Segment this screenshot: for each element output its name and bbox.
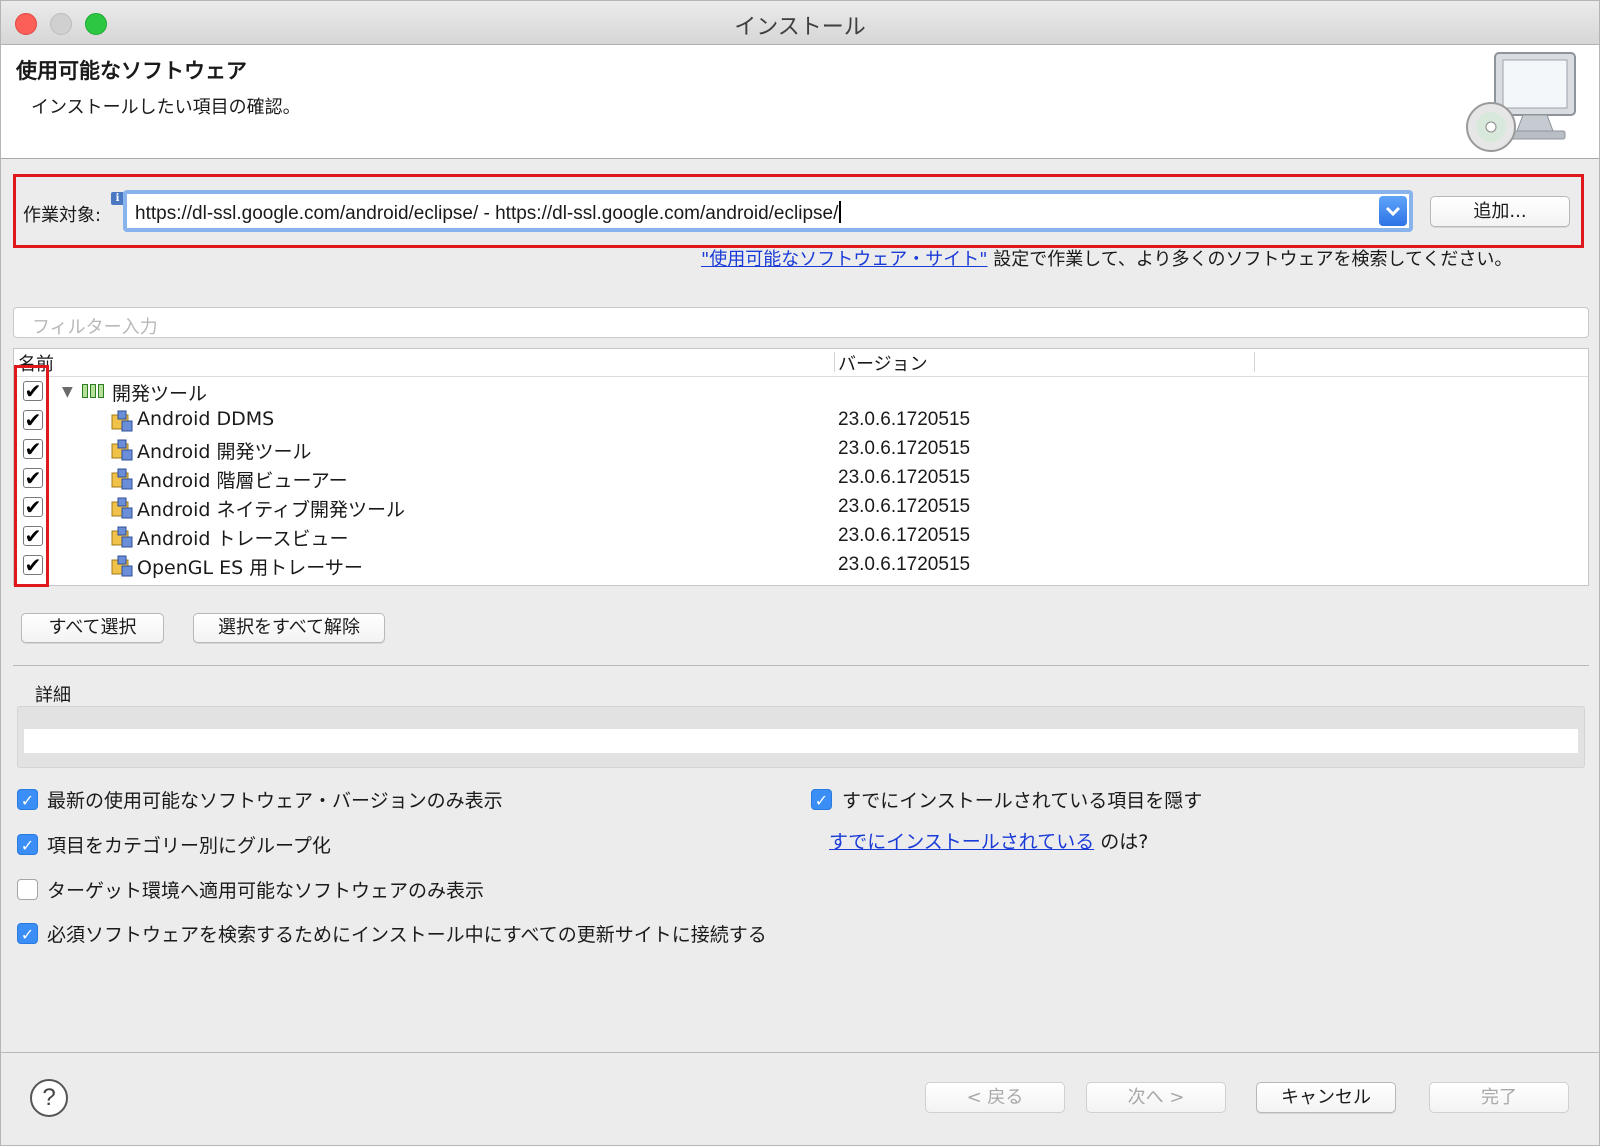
category-label: 開発ツール — [112, 383, 208, 405]
page-title: 使用可能なソフトウェア — [16, 59, 247, 83]
divider — [13, 665, 1589, 666]
finish-button[interactable]: 完了 — [1429, 1082, 1569, 1113]
footer-divider — [1, 1052, 1599, 1053]
feature-plugin-icon — [111, 439, 133, 461]
column-header-version[interactable]: バージョン — [838, 350, 928, 376]
title-bar: インストール — [1, 1, 1599, 45]
next-button[interactable]: 次へ > — [1086, 1082, 1226, 1113]
category-icon — [82, 383, 106, 399]
window-title: インストール — [734, 15, 866, 40]
filter-placeholder: フィルター入力 — [32, 317, 158, 338]
chevron-down-icon — [1385, 206, 1401, 217]
cancel-button[interactable]: キャンセル — [1256, 1082, 1396, 1113]
details-label: 詳細 — [35, 685, 71, 706]
already-installed-suffix: のは? — [1094, 831, 1149, 853]
already-installed-hint: すでにインストールされている のは? — [829, 827, 1148, 854]
group-by-category-label: 項目をカテゴリー別にグループ化 — [47, 835, 331, 857]
table-row[interactable]: ✔ Android DDMS 23.0.6.1720515 — [14, 406, 1588, 435]
row-name: Android トレースビュー — [137, 528, 349, 550]
table-row[interactable]: ✔ OpenGL ES 用トレーサー 23.0.6.1720515 — [14, 551, 1588, 580]
back-button[interactable]: < 戻る — [925, 1082, 1065, 1113]
column-separator — [834, 352, 835, 372]
table-row[interactable]: ✔ Android 階層ビューアー 23.0.6.1720515 — [14, 464, 1588, 493]
deselect-all-button[interactable]: 選択をすべて解除 — [193, 613, 385, 643]
target-only-checkbox[interactable] — [17, 879, 38, 900]
contact-all-sites-label: 必須ソフトウェアを検索するためにインストール中にすべての更新サイトに接続する — [47, 924, 767, 946]
row-name: Android 開発ツール — [137, 441, 312, 463]
feature-plugin-icon — [111, 526, 133, 548]
row-version: 23.0.6.1720515 — [838, 525, 971, 546]
column-separator — [1254, 352, 1255, 372]
contact-all-sites-checkbox[interactable]: ✓ — [17, 923, 38, 944]
row-version: 23.0.6.1720515 — [838, 467, 971, 488]
install-dialog: インストール 使用可能なソフトウェア インストールしたい項目の確認。 作業対象:… — [0, 0, 1600, 1146]
dropdown-arrow-button[interactable] — [1379, 196, 1407, 226]
latest-only-checkbox[interactable]: ✓ — [17, 789, 38, 810]
help-icon[interactable]: ? — [30, 1079, 68, 1117]
feature-plugin-icon — [111, 468, 133, 490]
latest-only-label: 最新の使用可能なソフトウェア・バージョンのみ表示 — [47, 790, 503, 812]
details-text-area — [24, 729, 1578, 753]
table-row[interactable]: ✔ Android ネイティブ開発ツール 23.0.6.1720515 — [14, 493, 1588, 522]
feature-plugin-icon — [111, 410, 133, 432]
checkbox-column-highlight — [14, 365, 49, 587]
add-site-button[interactable]: 追加... — [1430, 196, 1570, 227]
feature-plugin-icon — [111, 497, 133, 519]
row-version: 23.0.6.1720515 — [838, 496, 971, 517]
available-sites-hint: "使用可能なソフトウェア・サイト" 設定で作業して、より多くのソフトウェアを検索… — [701, 245, 1512, 271]
page-subtitle: インストールしたい項目の確認。 — [31, 97, 301, 118]
work-target-combobox[interactable]: https://dl-ssl.google.com/android/eclips… — [123, 190, 1413, 232]
row-name: OpenGL ES 用トレーサー — [137, 557, 363, 579]
row-name: Android ネイティブ開発ツール — [137, 499, 405, 521]
hide-installed-label: すでにインストールされている項目を隠す — [842, 790, 1203, 812]
details-panel — [17, 706, 1585, 768]
row-version: 23.0.6.1720515 — [838, 409, 971, 430]
expand-triangle-icon[interactable]: ▼ — [62, 384, 73, 400]
cd-computer-icon — [1466, 52, 1576, 152]
select-all-button[interactable]: すべて選択 — [21, 613, 164, 643]
hide-installed-checkbox[interactable]: ✓ — [811, 789, 832, 810]
row-version: 23.0.6.1720515 — [838, 438, 971, 459]
table-row[interactable]: ✔ Android トレースビュー 23.0.6.1720515 — [14, 522, 1588, 551]
group-by-category-checkbox[interactable]: ✓ — [17, 834, 38, 855]
wizard-header: 使用可能なソフトウェア インストールしたい項目の確認。 — [1, 45, 1599, 159]
already-installed-link[interactable]: すでにインストールされている — [829, 831, 1094, 853]
row-version: 23.0.6.1720515 — [838, 554, 971, 575]
target-only-label: ターゲット環境へ適用可能なソフトウェアのみ表示 — [47, 880, 485, 902]
available-sites-text: 設定で作業して、より多くのソフトウェアを検索してください。 — [987, 249, 1513, 270]
work-target-label: 作業対象: — [23, 205, 102, 226]
table-row[interactable]: ✔ Android 開発ツール 23.0.6.1720515 — [14, 435, 1588, 464]
filter-input[interactable]: フィルター入力 — [13, 307, 1589, 338]
row-name: Android 階層ビューアー — [137, 470, 348, 492]
work-target-value: https://dl-ssl.google.com/android/eclips… — [135, 201, 841, 225]
available-sites-link[interactable]: "使用可能なソフトウェア・サイト" — [701, 249, 988, 270]
row-name: Android DDMS — [137, 408, 275, 430]
feature-plugin-icon — [111, 555, 133, 577]
category-row[interactable]: ✔ ▼ 開発ツール — [14, 377, 1588, 406]
software-table: 名前 バージョン ✔ ▼ 開発ツール ✔ Android DDMS 23.0.6… — [13, 348, 1589, 586]
